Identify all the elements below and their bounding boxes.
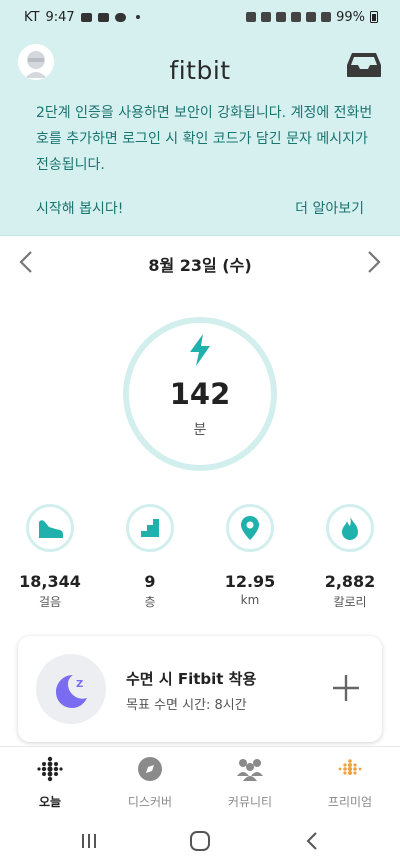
alarm-icon (246, 12, 257, 22)
tab-discover[interactable]: 디스커버 (100, 755, 200, 810)
volte-icon (306, 12, 317, 22)
next-day-button[interactable] (362, 250, 384, 274)
tab-community-label: 커뮤니티 (227, 795, 273, 809)
svg-text:Z: Z (76, 679, 83, 690)
banner-message: 2단계 인증을 사용하면 보안이 강화됩니다. 계정에 전화번호를 추가하면 로… (36, 105, 373, 173)
calories-unit: 칼로리 (333, 595, 367, 609)
tab-discover-label: 디스커버 (127, 795, 173, 809)
battery-percent: 99% (336, 9, 365, 25)
system-navigation-bar (0, 816, 400, 866)
tab-community[interactable]: 커뮤니티 (200, 755, 300, 810)
location-pin-icon (226, 504, 274, 552)
sleep-card-subtitle: 목표 수면 시간: 8시간 (126, 698, 247, 713)
shoe-icon (26, 504, 74, 552)
carrier-label: KT (24, 9, 40, 25)
tab-today-label: 오늘 (38, 795, 62, 809)
tab-premium[interactable]: 프리미엄 (300, 755, 400, 810)
app-notification-icon (97, 12, 109, 22)
recent-apps-button[interactable] (78, 830, 100, 852)
date-navigator: 8월 23일 (수) (0, 236, 400, 288)
clock: 9:47 (45, 9, 75, 25)
signal-icon (321, 12, 332, 22)
status-bar: KT 9:47 99% (0, 0, 400, 34)
sleep-card-title: 수면 시 Fitbit 착용 (126, 670, 257, 688)
sleep-moon-icon: Z (36, 654, 106, 724)
back-button[interactable] (302, 830, 324, 852)
floors-value: 9 (144, 572, 156, 591)
learn-more-link[interactable]: 더 알아보기 (295, 198, 364, 218)
calories-stat[interactable]: 2,882 칼로리 (300, 504, 400, 610)
mute-icon (276, 12, 287, 22)
active-minutes-value: 142 (169, 377, 231, 411)
steps-unit: 걸음 (38, 595, 62, 609)
bluetooth-icon (261, 12, 272, 22)
stairs-icon (126, 504, 174, 552)
distance-unit: km (240, 593, 260, 607)
flame-icon (326, 504, 374, 552)
steps-value: 18,344 (19, 572, 81, 591)
tab-today[interactable]: 오늘 (0, 755, 100, 810)
app-title: fitbit (169, 56, 231, 85)
premium-dots-icon (300, 755, 400, 783)
tab-premium-label: 프리미엄 (327, 795, 373, 809)
inbox-icon[interactable] (346, 52, 382, 78)
youtube-icon (80, 12, 92, 22)
calories-value: 2,882 (324, 572, 376, 591)
bottom-navigation: 오늘 디스커버 커뮤니티 프리미엄 (0, 746, 400, 816)
wifi-icon (291, 12, 302, 22)
more-notifications-icon (135, 15, 140, 19)
distance-stat[interactable]: 12.95 km (200, 504, 300, 607)
distance-value: 12.95 (224, 572, 276, 591)
sleep-goal-card[interactable]: Z 수면 시 Fitbit 착용 목표 수면 시간: 8시간 (18, 636, 382, 742)
add-icon[interactable] (332, 674, 360, 702)
compass-icon (100, 755, 200, 783)
cloud-icon (114, 12, 126, 22)
battery-icon (370, 11, 378, 23)
home-button[interactable] (189, 830, 211, 852)
community-icon (200, 755, 300, 783)
active-minutes-unit: 분 (193, 422, 207, 438)
lightning-icon (182, 332, 218, 368)
floors-unit: 층 (144, 595, 156, 609)
date-label: 8월 23일 (수) (148, 256, 252, 275)
fitbit-dots-icon (0, 755, 100, 783)
floors-stat[interactable]: 9 층 (100, 504, 200, 610)
steps-stat[interactable]: 18,344 걸음 (0, 504, 100, 610)
two-factor-banner: 2단계 인증을 사용하면 보안이 강화됩니다. 계정에 전화번호를 추가하면 로… (0, 96, 400, 236)
start-link[interactable]: 시작해 봅시다! (36, 198, 123, 218)
app-header: fitbit (0, 34, 400, 96)
